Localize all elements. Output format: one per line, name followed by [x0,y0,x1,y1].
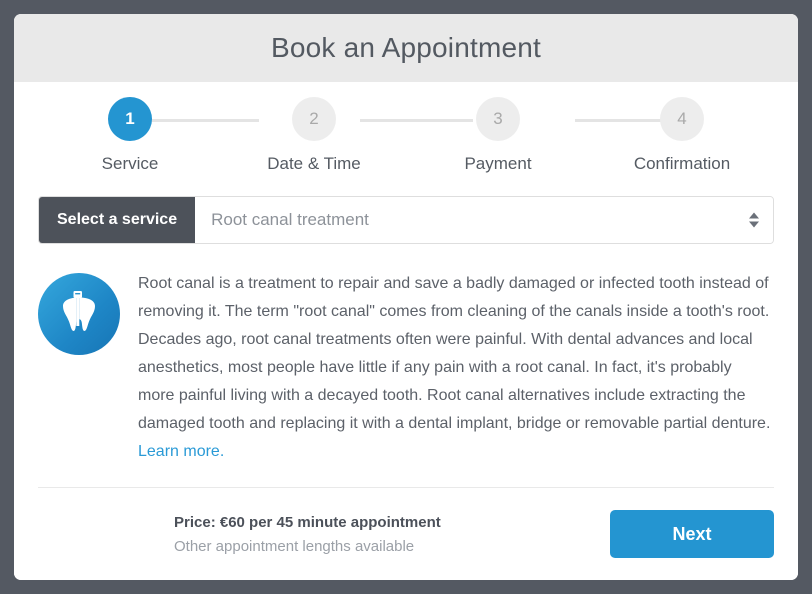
tooth-root-canal-icon [38,273,120,355]
progress-stepper: 1 Service 2 Date & Time 3 Payment 4 Conf… [38,82,774,178]
step-label-service: Service [101,154,159,173]
next-button[interactable]: Next [610,510,774,558]
step-number-3: 3 [476,97,520,141]
service-select-label: Select a service [39,197,196,243]
price-text: Price: €60 per 45 minute appointment [174,513,441,531]
caret-down-icon [749,221,759,228]
price-note: Other appointment lengths available [174,537,415,555]
step-label-payment: Payment [464,154,532,173]
step-number-1: 1 [108,97,152,141]
service-select-input[interactable]: Root canal treatment [195,197,773,243]
card-body: 1 Service 2 Date & Time 3 Payment 4 Conf… [14,82,798,580]
step-date-time[interactable]: 2 Date & Time [222,97,406,174]
price-block: Price: €60 per 45 minute appointment Oth… [174,514,441,555]
service-description: Root canal is a treatment to repair and … [138,270,774,479]
service-select-row: Select a service Root canal treatment [38,196,774,244]
page-title: Book an Appointment [271,32,541,63]
caret-up-icon [749,212,759,219]
service-select-value: Root canal treatment [211,210,369,229]
service-description-text: Root canal is a treatment to repair and … [138,275,771,432]
step-confirmation[interactable]: 4 Confirmation [590,97,774,174]
step-number-4: 4 [660,97,704,141]
step-payment[interactable]: 3 Payment [406,97,590,174]
appointment-booking-card: Book an Appointment 1 Service 2 Date & T… [14,14,798,580]
step-label-date-time: Date & Time [267,154,361,173]
step-number-2: 2 [292,97,336,141]
card-header: Book an Appointment [14,14,798,82]
learn-more-link[interactable]: Learn more. [138,443,224,460]
step-service[interactable]: 1 Service [38,97,222,174]
select-spinner-icon[interactable] [749,212,759,228]
card-footer: Price: €60 per 45 minute appointment Oth… [38,488,774,580]
service-detail-section: Root canal is a treatment to repair and … [38,244,774,479]
step-label-confirmation: Confirmation [633,154,731,173]
